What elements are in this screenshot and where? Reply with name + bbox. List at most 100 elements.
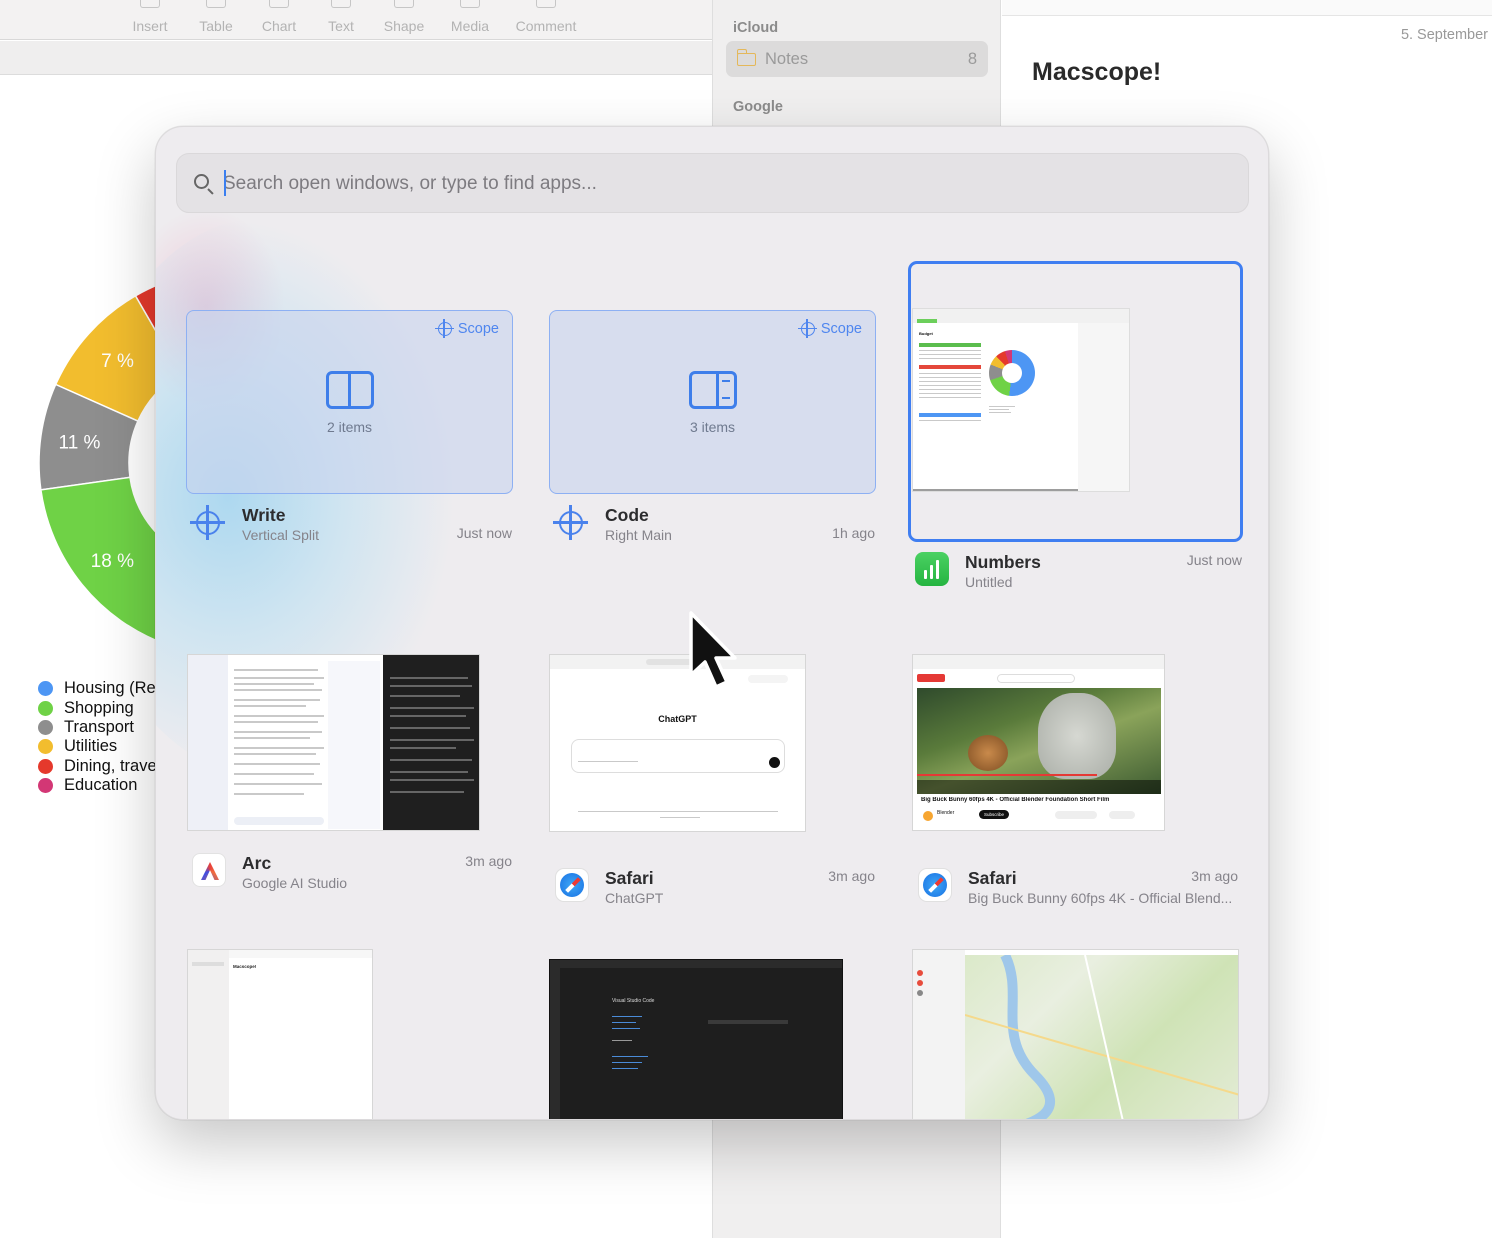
- scope-subtitle: Vertical Split: [242, 527, 320, 543]
- items-count: 3 items: [689, 419, 736, 435]
- search-icon: [194, 174, 209, 189]
- shape-button[interactable]: Shape: [378, 0, 430, 40]
- safari-app-icon: [918, 868, 952, 902]
- window-card-safari-chatgpt[interactable]: ChatGPT: [549, 654, 806, 832]
- legend-item: Shopping: [38, 698, 157, 717]
- window-meta-safari-chatgpt: Safari ChatGPT 3m ago: [552, 868, 875, 912]
- sheet-tab-bar: [0, 41, 712, 75]
- window-app-name: Safari: [968, 868, 1017, 888]
- comment-button[interactable]: Comment: [510, 0, 582, 40]
- items-count: 2 items: [326, 419, 373, 435]
- legend-item: Transport: [38, 718, 157, 737]
- folder-count: 8: [967, 50, 977, 68]
- legend-label: Dining, trave: [64, 756, 157, 775]
- window-meta-arc: Arc Google AI Studio 3m ago: [189, 853, 512, 897]
- window-title: ChatGPT: [605, 890, 664, 906]
- legend-label: Housing (Re: [64, 679, 156, 698]
- window-title: Google AI Studio: [242, 875, 348, 891]
- chart-icon: [269, 0, 289, 8]
- legend-swatch: [38, 700, 53, 716]
- scope-tag: Scope: [797, 319, 862, 338]
- legend-item: Utilities: [38, 737, 157, 756]
- arc-app-icon: [192, 853, 226, 887]
- legend-swatch: [38, 719, 53, 735]
- window-time: 3m ago: [465, 853, 512, 869]
- vertical-split-icon: [325, 371, 374, 409]
- window-card-maps[interactable]: [912, 949, 1239, 1119]
- media-icon: [460, 0, 480, 8]
- chart-button[interactable]: Chart: [254, 0, 304, 40]
- scope-card-write[interactable]: Scope 2 items: [186, 310, 513, 494]
- scope-meta-code: Code Right Main 1h ago: [552, 505, 875, 549]
- window-app-name: Safari: [605, 868, 654, 888]
- window-switcher: Scope 2 items Write Vertical Split Just …: [155, 126, 1269, 1120]
- media-button[interactable]: Media: [444, 0, 496, 40]
- folder-icon: [736, 49, 756, 66]
- numbers-app-icon: [915, 552, 949, 586]
- search-bar[interactable]: [176, 153, 1249, 213]
- legend-label: Education: [64, 776, 138, 795]
- window-card-notes[interactable]: Macscope!: [187, 949, 373, 1119]
- numbers-toolbar: Insert Table Chart Text Shape Media Comm…: [0, 0, 712, 40]
- insert-button[interactable]: Insert: [122, 0, 178, 40]
- section-icloud: iCloud: [733, 20, 779, 36]
- legend-swatch: [38, 681, 53, 697]
- scope-title: Code: [605, 505, 649, 525]
- slice-label: 18 %: [91, 551, 134, 572]
- section-google: Google: [733, 99, 783, 115]
- legend-swatch: [38, 739, 53, 755]
- table-button[interactable]: Table: [190, 0, 242, 40]
- legend-swatch: [38, 778, 53, 794]
- insert-icon: [140, 0, 160, 8]
- slice-label: 11 %: [59, 433, 101, 454]
- window-card-numbers[interactable]: Budget: [908, 261, 1243, 542]
- mouse-pointer-icon: [689, 611, 737, 689]
- right-main-icon: [688, 371, 737, 409]
- donut-slice: [38, 383, 139, 491]
- legend-item: Housing (Re: [38, 679, 157, 698]
- window-card-vscode[interactable]: Visual Studio Code: [549, 959, 843, 1119]
- legend-item: Education: [38, 776, 157, 795]
- numbers-thumbnail: Budget: [912, 308, 1130, 492]
- scope-icon: [434, 319, 454, 338]
- note-date: 5. September: [1400, 27, 1488, 43]
- search-input[interactable]: [223, 168, 1213, 200]
- window-meta-safari-youtube: Safari Big Buck Bunny 60fps 4K - Officia…: [915, 868, 1238, 912]
- scope-icon: [797, 319, 817, 338]
- window-title: Big Buck Bunny 60fps 4K - Official Blend…: [968, 890, 1233, 906]
- scope-tag: Scope: [434, 319, 499, 338]
- folder-notes[interactable]: Notes 8: [726, 41, 988, 77]
- note-title: Macscope!: [1032, 58, 1162, 86]
- window-time: Just now: [1186, 552, 1242, 568]
- scope-crosshair-icon: [552, 505, 592, 545]
- legend-label: Shopping: [64, 698, 134, 717]
- scope-subtitle: Right Main: [605, 527, 672, 543]
- table-icon: [206, 0, 226, 8]
- folder-label: Notes: [765, 50, 809, 68]
- scope-time: Just now: [456, 525, 512, 541]
- comment-icon: [536, 0, 556, 8]
- legend-swatch: [38, 758, 53, 774]
- window-card-safari-youtube[interactable]: Big Buck Bunny 60fps 4K - Official Blend…: [912, 654, 1165, 831]
- window-time: 3m ago: [828, 868, 875, 884]
- map-river: [965, 955, 1238, 1119]
- window-meta-numbers: Numbers Untitled Just now: [912, 552, 1242, 596]
- scope-crosshair-icon: [189, 505, 229, 545]
- window-card-arc[interactable]: [187, 654, 480, 831]
- legend-label: Utilities: [64, 737, 118, 756]
- window-app-name: Arc: [242, 853, 272, 873]
- chart-legend: Housing (Re Shopping Transport Utilities Din…: [38, 679, 157, 795]
- scope-meta-write: Write Vertical Split Just now: [189, 505, 512, 549]
- slice-label: 7 %: [101, 351, 134, 372]
- safari-app-icon: [555, 868, 589, 902]
- legend-item: Dining, trave: [38, 757, 157, 776]
- scope-card-code[interactable]: Scope 3 items: [549, 310, 876, 494]
- text-caret: [224, 170, 226, 196]
- scope-title: Write: [242, 505, 286, 525]
- window-app-name: Numbers: [965, 552, 1041, 572]
- text-icon: [331, 0, 351, 8]
- scope-time: 1h ago: [832, 525, 875, 541]
- shape-icon: [394, 0, 414, 8]
- editor-toolbar: [1002, 0, 1492, 16]
- text-button[interactable]: Text: [320, 0, 362, 40]
